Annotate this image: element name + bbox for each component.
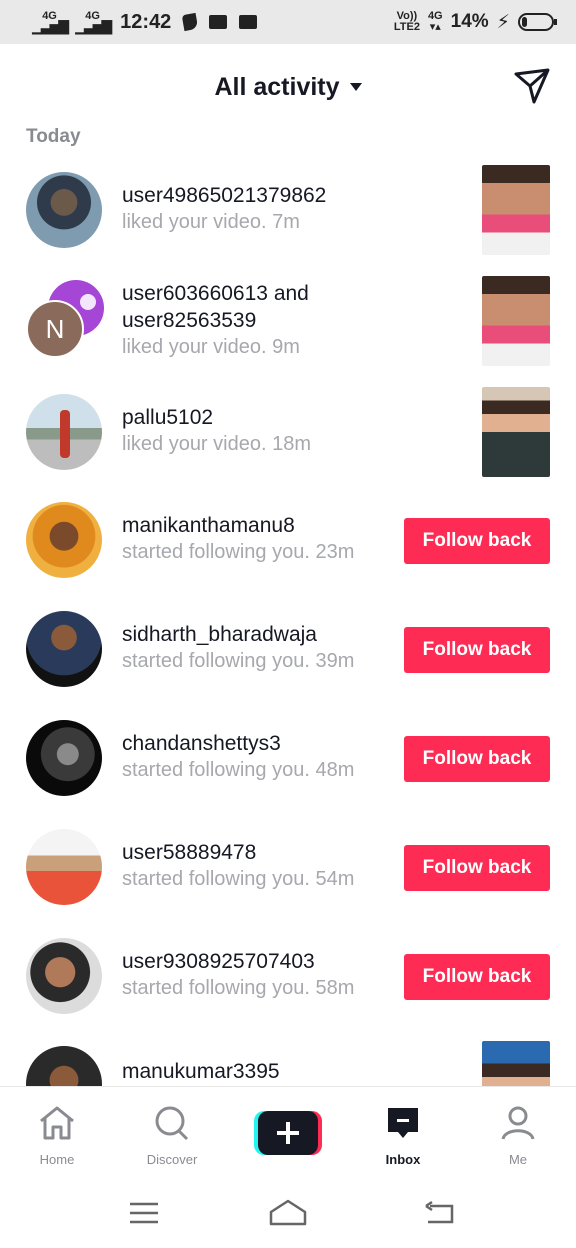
menu-icon[interactable]	[128, 1200, 160, 1226]
battery-icon	[518, 13, 557, 31]
username[interactable]: user58889478	[122, 839, 354, 866]
signal-2: 4G ▁▃▅▇	[75, 10, 112, 34]
nav-discover[interactable]: Discover	[122, 1105, 222, 1167]
nav-inbox[interactable]: Inbox	[353, 1105, 453, 1167]
inbox-icon	[388, 1108, 418, 1138]
video-thumbnail[interactable]	[482, 276, 550, 366]
nav-inbox-label: Inbox	[385, 1152, 421, 1167]
media-icon	[239, 15, 258, 29]
avatar[interactable]	[26, 720, 102, 796]
caret-down-icon	[349, 83, 362, 91]
search-icon	[155, 1106, 189, 1141]
section-today-label: Today	[26, 126, 81, 147]
activity-text: liked your video. 18m	[122, 433, 311, 455]
video-thumbnail[interactable]	[482, 387, 550, 477]
follow-back-button[interactable]: Follow back	[404, 627, 550, 673]
activity-text: started following you. 54m	[122, 868, 355, 890]
avatar-letter: N	[26, 300, 84, 358]
charging-icon: ⚡	[496, 11, 510, 33]
direct-message-icon[interactable]	[512, 66, 552, 106]
profile-icon	[501, 1106, 535, 1140]
create-video-button[interactable]	[254, 1111, 322, 1155]
avatar[interactable]	[26, 1046, 102, 1086]
signal-1: 4G ▁▃▅▇	[32, 10, 69, 34]
activity-text: started following you. 23m	[122, 541, 355, 563]
avatar[interactable]	[26, 611, 102, 687]
avatar[interactable]	[26, 172, 102, 248]
system-navigation-bar	[0, 1178, 576, 1248]
nav-discover-label: Discover	[146, 1152, 198, 1167]
call-icon	[182, 12, 199, 32]
activity-filter-dropdown[interactable]: All activity	[214, 72, 362, 102]
sim-net-indicator: 4G ▾▴	[427, 10, 443, 33]
follow-back-button[interactable]: Follow back	[404, 954, 550, 1000]
header: All activity	[0, 44, 576, 130]
bottom-navigation: Home Discover Inbox Me	[0, 1086, 576, 1178]
activity-text: liked your video. 7m	[122, 211, 300, 233]
grouped-avatars[interactable]: N	[26, 280, 106, 360]
activity-list[interactable]: user49865021379862 liked your video. 7m …	[0, 156, 576, 1086]
avatar[interactable]	[26, 829, 102, 905]
activity-text: started following you. 48m	[122, 759, 355, 781]
volte-indicator: Vo)) LTE2	[393, 10, 420, 33]
video-call-icon	[209, 15, 228, 29]
follow-back-button[interactable]: Follow back	[404, 736, 550, 782]
username-group: user603660613 and	[122, 282, 309, 305]
video-thumbnail[interactable]	[482, 165, 550, 255]
back-button-icon[interactable]	[424, 1200, 456, 1226]
avatar[interactable]	[26, 502, 102, 578]
follow-back-button[interactable]: Follow back	[404, 845, 550, 891]
username[interactable]: user82563539	[122, 307, 309, 334]
video-thumbnail[interactable]	[482, 1041, 550, 1086]
username[interactable]: chandanshettys3	[122, 730, 354, 757]
activity-text: started following you. 58m	[122, 977, 355, 999]
battery-percent: 14%	[450, 11, 489, 32]
username[interactable]: user9308925707403	[122, 948, 354, 975]
page-title: All activity	[214, 72, 340, 101]
status-left: 4G ▁▃▅▇ 4G ▁▃▅▇ 12:42	[32, 10, 258, 34]
status-bar: 4G ▁▃▅▇ 4G ▁▃▅▇ 12:42 Vo)) LTE2 4G ▾▴ 14% ⚡	[0, 0, 576, 44]
username[interactable]: sidharth_bharadwaja	[122, 621, 354, 648]
avatar[interactable]	[26, 394, 102, 470]
nav-home-label: Home	[39, 1152, 75, 1167]
activity-text: liked your video. 9m	[122, 336, 300, 358]
nav-me-label: Me	[508, 1152, 528, 1167]
username[interactable]: manukumar3395	[122, 1058, 280, 1085]
nav-me[interactable]: Me	[468, 1105, 568, 1167]
username[interactable]: manikanthamanu8	[122, 512, 354, 539]
username[interactable]: user49865021379862	[122, 182, 326, 209]
avatar[interactable]	[26, 938, 102, 1014]
username[interactable]: user603660613	[122, 282, 268, 305]
clock: 12:42	[120, 10, 172, 33]
home-button-icon[interactable]	[268, 1198, 308, 1228]
follow-back-button[interactable]: Follow back	[404, 518, 550, 564]
home-icon	[40, 1106, 74, 1140]
status-right: Vo)) LTE2 4G ▾▴ 14% ⚡	[393, 10, 557, 34]
nav-home[interactable]: Home	[7, 1105, 107, 1167]
activity-text: started following you. 39m	[122, 650, 355, 672]
username[interactable]: pallu5102	[122, 404, 311, 431]
